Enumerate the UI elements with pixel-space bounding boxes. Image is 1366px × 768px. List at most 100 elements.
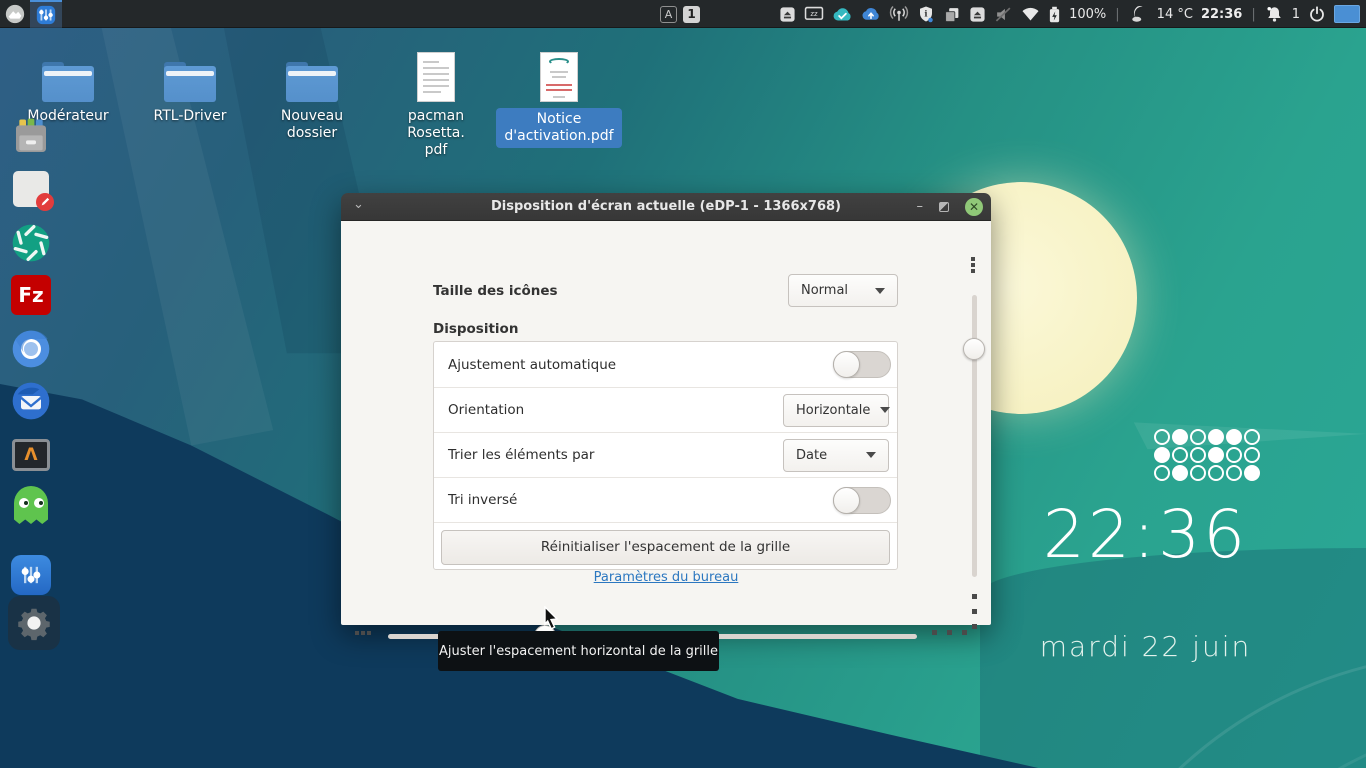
removable-media-icon[interactable] xyxy=(779,6,796,23)
clock-dot-filled xyxy=(1208,429,1224,445)
icon-size-label: Taille des icônes xyxy=(433,283,558,299)
dock-item-desktop-settings[interactable] xyxy=(10,554,52,596)
clock-dot-filled xyxy=(1226,429,1242,445)
reverse-sort-toggle[interactable] xyxy=(833,487,891,514)
dock-item-file-cabinet[interactable] xyxy=(10,116,52,158)
small-v-spacing-icon xyxy=(971,263,975,267)
clock-dot-empty xyxy=(1154,465,1170,481)
vertical-spacing-slider-knob[interactable] xyxy=(963,338,985,360)
clock-dot-empty xyxy=(1190,447,1206,463)
row-sort-by: Trier les éléments par Date xyxy=(434,432,897,477)
notes-icon xyxy=(13,171,49,207)
thunderbird-icon xyxy=(11,381,51,421)
desktop-icon-moderateur[interactable]: Modérateur xyxy=(12,52,124,125)
row-label: Trier les éléments par xyxy=(448,447,594,463)
clipboard-manager-icon[interactable] xyxy=(943,6,961,23)
cloud-sync-check-icon[interactable] xyxy=(832,6,853,23)
small-v-spacing-icon xyxy=(971,257,975,261)
wifi-icon[interactable] xyxy=(1021,6,1040,22)
orientation-dropdown[interactable]: Horizontale xyxy=(783,394,889,427)
dock-item-thunderbird[interactable] xyxy=(10,380,52,422)
large-h-spacing-icon xyxy=(962,630,967,635)
applications-menu-button[interactable] xyxy=(0,0,30,28)
desktop-icon-label: pacman Rosetta.pdf xyxy=(380,108,492,159)
clock-label[interactable]: 22:36 xyxy=(1201,7,1242,22)
ghost-icon xyxy=(14,486,48,524)
row-reverse-sort: Tri inversé xyxy=(434,477,897,522)
gear-icon xyxy=(16,605,52,641)
window-titlebar[interactable]: ⌄ Disposition d'écran actuelle (eDP-1 - … xyxy=(341,193,991,221)
section-title: Disposition xyxy=(433,321,518,337)
clock-dot-empty xyxy=(1190,465,1206,481)
clock-dot-filled xyxy=(1172,465,1188,481)
keyboard-layout-indicator[interactable]: A xyxy=(660,6,677,23)
temperature-label[interactable]: 14 °C xyxy=(1157,7,1193,22)
folder-icon xyxy=(286,62,338,102)
window-title: Disposition d'écran actuelle (eDP-1 - 13… xyxy=(341,199,991,214)
clock-dot-filled xyxy=(1208,447,1224,463)
settings-list: Ajustement automatique Orientation Horiz… xyxy=(433,341,898,570)
battery-percent-label: 100% xyxy=(1069,7,1106,22)
desktop-screen: A 1 zz xyxy=(0,0,1366,768)
pdf-document-icon xyxy=(540,52,578,102)
show-desktop-button[interactable] xyxy=(1334,5,1360,23)
window-menu-chevron-icon[interactable]: ⌄ xyxy=(353,197,364,212)
auto-arrange-toggle[interactable] xyxy=(833,351,891,378)
maximize-button[interactable] xyxy=(939,202,949,212)
battery-icon[interactable] xyxy=(1048,6,1061,23)
desktop-icon-rtl-driver[interactable]: RTL-Driver xyxy=(134,52,246,125)
desktop-settings-link[interactable]: Paramètres du bureau xyxy=(594,570,739,585)
window-body: Taille des icônes Normal Disposition Aju… xyxy=(341,221,991,625)
folder-icon xyxy=(164,62,216,102)
sort-by-dropdown[interactable]: Date xyxy=(783,439,889,472)
desktop-icon-pacman-rosetta[interactable]: pacman Rosetta.pdf xyxy=(380,52,492,159)
desktop-icon-notice-activation[interactable]: Noticed'activation.pdf xyxy=(503,52,615,148)
muted-speaker-icon[interactable] xyxy=(994,6,1013,23)
shield-info-icon[interactable]: i xyxy=(917,5,935,23)
mouse-cursor xyxy=(542,606,562,636)
settings-window: ⌄ Disposition d'écran actuelle (eDP-1 - … xyxy=(341,193,991,625)
screensaver-icon[interactable]: zz xyxy=(804,6,824,23)
camera-shutter-icon xyxy=(11,223,51,263)
dock-item-chromium[interactable] xyxy=(10,328,52,370)
dock-item-settings[interactable] xyxy=(8,596,60,650)
dock-item-notes[interactable] xyxy=(10,168,52,210)
clock-dot-empty xyxy=(1190,429,1206,445)
minimize-button[interactable]: – xyxy=(917,202,924,212)
notification-bell-icon[interactable] xyxy=(1265,5,1284,23)
dock-item-screenshot[interactable] xyxy=(10,222,52,264)
whisker-menu-icon xyxy=(4,3,26,25)
antenna-network-icon[interactable] xyxy=(889,5,909,23)
dock-item-filezilla[interactable]: Fz xyxy=(10,274,52,316)
close-button[interactable]: ✕ xyxy=(965,198,983,216)
weather-moon-icon[interactable] xyxy=(1129,5,1149,23)
reset-grid-spacing-button[interactable]: Réinitialiser l'espacement de la grille xyxy=(441,530,890,565)
row-label: Orientation xyxy=(448,402,524,418)
folder-icon xyxy=(42,62,94,102)
notification-count-label: 1 xyxy=(1292,7,1300,22)
workspace-switcher[interactable]: 1 xyxy=(683,6,700,23)
large-v-spacing-icon xyxy=(972,609,977,614)
tray-separator: | xyxy=(1114,7,1120,22)
filezilla-icon: Fz xyxy=(11,275,51,315)
chevron-down-icon xyxy=(875,288,885,294)
eject-icon[interactable] xyxy=(969,6,986,23)
file-cabinet-icon xyxy=(11,117,51,157)
row-orientation: Orientation Horizontale xyxy=(434,387,897,432)
icon-size-dropdown[interactable]: Normal xyxy=(788,274,898,307)
large-h-spacing-icon xyxy=(932,630,937,635)
cloud-upload-icon[interactable] xyxy=(861,6,881,22)
large-v-spacing-icon xyxy=(972,624,977,629)
small-v-spacing-icon xyxy=(971,269,975,273)
active-window-task-button[interactable] xyxy=(30,0,62,28)
large-h-spacing-icon xyxy=(947,630,952,635)
binary-clock-dots xyxy=(1154,429,1260,481)
dock-item-ghost[interactable] xyxy=(10,484,52,526)
dock-item-terminal[interactable]: Λ xyxy=(10,434,52,476)
clock-dot-empty xyxy=(1172,447,1188,463)
chromium-icon xyxy=(11,329,51,369)
desktop-icon-nouveau-dossier[interactable]: Nouveau dossier xyxy=(256,52,368,142)
pdf-document-icon xyxy=(417,52,455,102)
small-h-spacing-icon xyxy=(367,631,371,635)
power-icon[interactable] xyxy=(1308,5,1326,23)
